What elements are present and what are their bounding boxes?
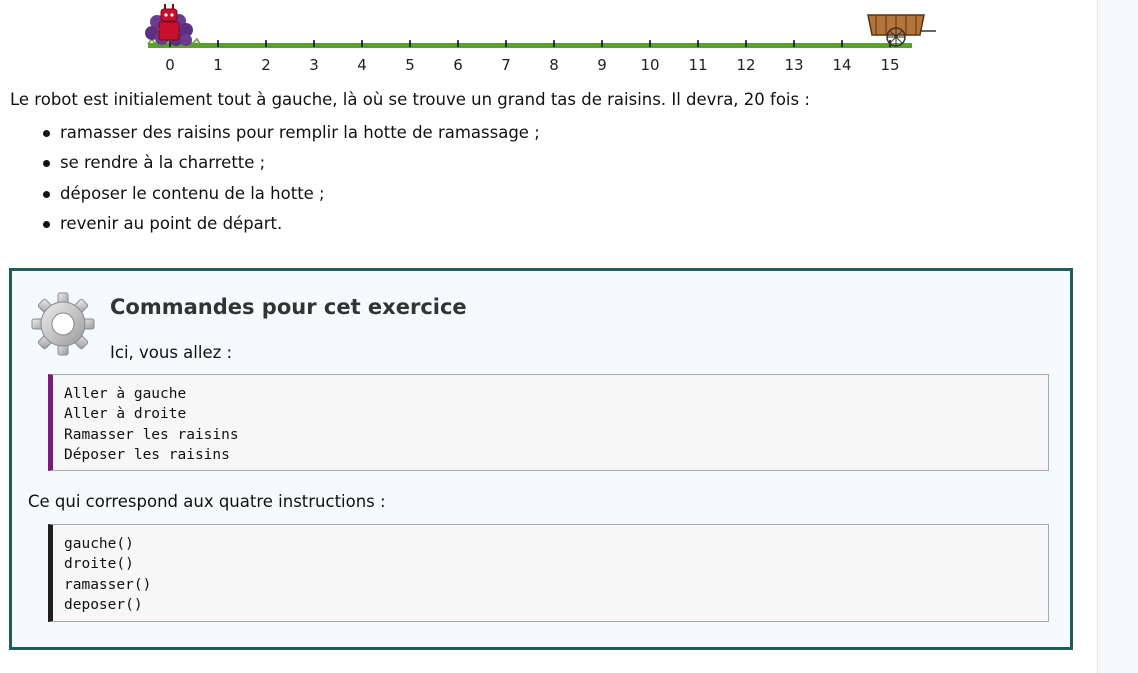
tick-label: 8 [549,56,559,74]
code-line: Aller à droite [64,406,187,423]
code-line: droite() [64,556,134,573]
list-item: se rendre à la charrette ; [40,151,540,181]
code-line: deposer() [64,596,143,613]
cart-icon [867,14,936,47]
box-intro-text: Ici, vous allez : [110,343,233,362]
tick-label: 10 [640,56,659,74]
tick-label: 5 [405,56,415,74]
bullet-icon [43,190,50,198]
tick-label: 6 [453,56,463,74]
tick-label: 14 [832,56,851,74]
code-line: ramasser() [64,576,152,593]
commands-box: Commandes pour cet exercice Ici, vous al… [9,268,1073,650]
commands-code-block: Aller à gauche Aller à droite Ramasser l… [48,374,1049,471]
steps-list: ramasser des raisins pour remplir la hot… [40,121,540,242]
code-line: gauche() [64,536,134,552]
bullet-icon [43,160,50,168]
tick-label: 13 [784,56,803,74]
right-sidebar-panel [1097,0,1138,673]
bullet-icon [43,130,50,137]
tick-label: 7 [501,56,511,74]
tick-label: 11 [688,56,707,74]
grass-strip [147,36,912,48]
list-item: revenir au point de départ. [40,212,540,242]
tick-label: 4 [357,56,367,74]
step-text: se rendre à la charrette ; [60,153,266,173]
code-line: Aller à gauche [64,386,187,402]
instructions-code-block: gauche() droite() ramasser() deposer() [48,524,1049,622]
step-text: ramasser des raisins pour remplir la hot… [60,123,540,142]
robot-on-grapes-icon [145,4,193,46]
gear-icon [31,292,95,356]
tick-label: 3 [309,56,319,74]
tick-label: 12 [736,56,755,74]
box-title: Commandes pour cet exercice [110,295,467,319]
tick-label: 1 [213,56,223,74]
step-text: déposer le contenu de la hotte ; [60,183,325,203]
tick-label: 0 [165,56,175,74]
list-item: déposer le contenu de la hotte ; [40,182,540,212]
list-item: ramasser des raisins pour remplir la hot… [40,121,540,151]
bullet-icon [43,220,50,228]
code-line: Déposer les raisins [64,446,230,463]
step-text: revenir au point de départ. [60,213,283,233]
tick-label: 15 [880,56,899,74]
tick-labels: 0 1 2 3 4 5 6 7 8 9 10 11 12 13 14 15 [165,56,899,74]
tick-label: 2 [261,56,271,74]
code-line: Ramasser les raisins [64,426,239,443]
instructions-intro-text: Ce qui correspond aux quatre instruction… [28,492,386,511]
tick-label: 9 [597,56,607,74]
intro-text: Le robot est initialement tout à gauche,… [10,90,810,109]
number-line-illustration: 0 1 2 3 4 5 6 7 8 9 10 11 12 13 14 15 [145,4,936,74]
